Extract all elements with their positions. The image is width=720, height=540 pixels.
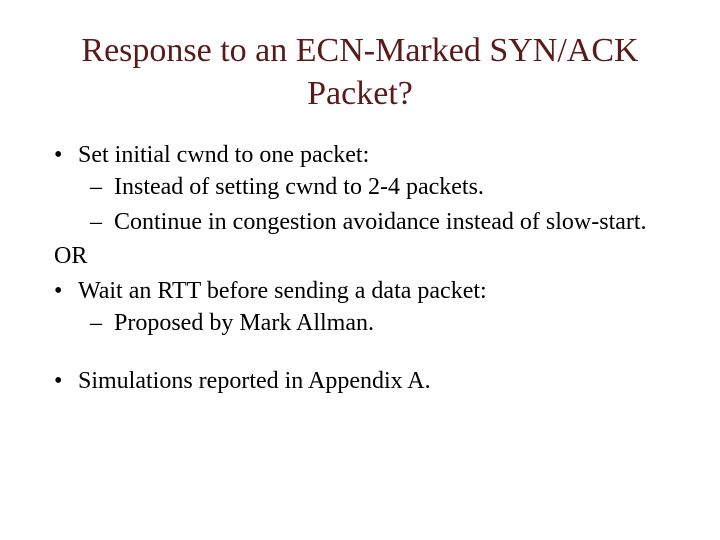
spacer [40, 341, 680, 365]
sub-bullet-list: Instead of setting cwnd to 2-4 packets. … [78, 171, 680, 238]
sub-bullet-item: Continue in congestion avoidance instead… [114, 206, 680, 238]
sub-bullet-item: Proposed by Mark Allman. [114, 307, 680, 339]
slide-body: Set initial cwnd to one packet: Instead … [40, 139, 680, 398]
bullet-list: Simulations reported in Appendix A. [40, 365, 680, 397]
sub-bullet-text: Continue in congestion avoidance instead… [114, 209, 647, 235]
sub-bullet-text: Instead of setting cwnd to 2-4 packets. [114, 174, 484, 200]
bullet-list: Set initial cwnd to one packet: Instead … [40, 139, 680, 238]
bullet-item: Set initial cwnd to one packet: Instead … [78, 139, 680, 238]
bullet-text: Wait an RTT before sending a data packet… [78, 278, 487, 304]
bullet-list: Wait an RTT before sending a data packet… [40, 275, 680, 340]
bullet-item: Simulations reported in Appendix A. [78, 365, 680, 397]
sub-bullet-item: Instead of setting cwnd to 2-4 packets. [114, 171, 680, 203]
or-separator: OR [54, 240, 680, 272]
slide: Response to an ECN-Marked SYN/ACK Packet… [0, 0, 720, 540]
bullet-text: Set initial cwnd to one packet: [78, 142, 369, 168]
bullet-text: Simulations reported in Appendix A. [78, 368, 431, 394]
sub-bullet-text: Proposed by Mark Allman. [114, 310, 374, 336]
bullet-item: Wait an RTT before sending a data packet… [78, 275, 680, 340]
slide-title: Response to an ECN-Marked SYN/ACK Packet… [40, 30, 680, 115]
sub-bullet-list: Proposed by Mark Allman. [78, 307, 680, 339]
